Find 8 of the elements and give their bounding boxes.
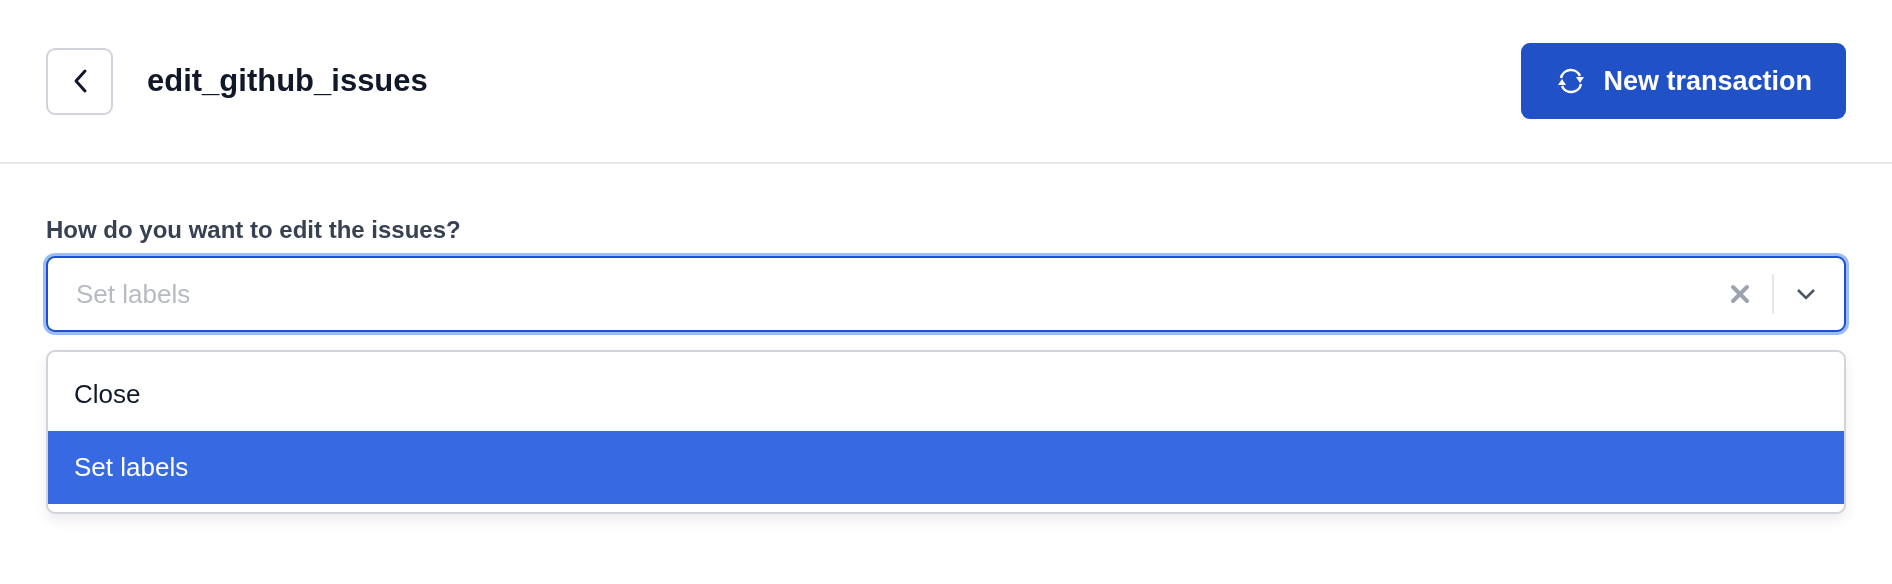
menu-option[interactable]: Set labels [48,431,1844,504]
select-input[interactable]: Set labels [74,277,1722,311]
back-button[interactable] [46,47,113,115]
menu-option[interactable]: Close [48,358,1844,431]
page-title: edit_github_issues [147,63,428,99]
new-transaction-button[interactable]: New transaction [1521,43,1846,119]
field-label: How do you want to edit the issues? [46,216,462,244]
select-field[interactable]: Set labels [46,256,1846,332]
